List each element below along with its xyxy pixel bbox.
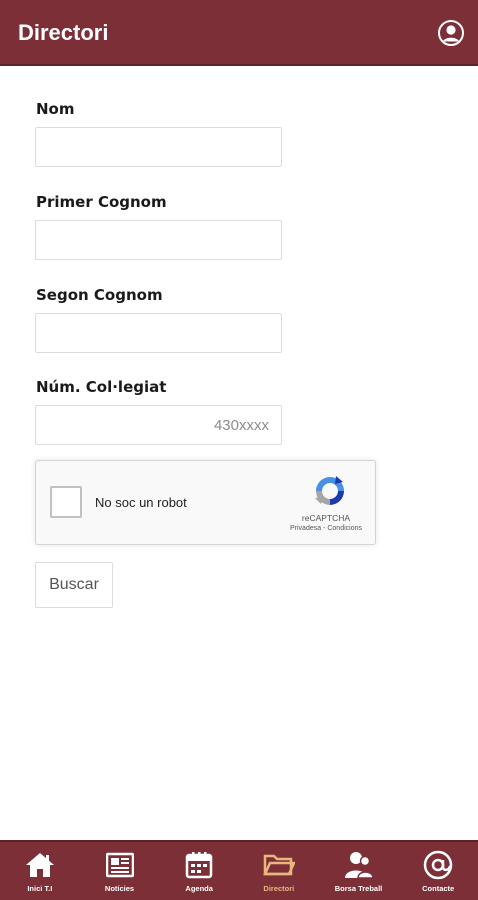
recaptcha-logo-icon: [315, 476, 344, 505]
primer-cognom-input[interactable]: [35, 220, 282, 260]
num-collegiat-label: Núm. Col·legiat: [36, 378, 167, 396]
bottom-tab-bar: Inici T.I Notícies Agenda Directori Bors…: [0, 840, 478, 900]
at-icon: [423, 850, 453, 880]
folder-icon: [262, 854, 295, 876]
primer-cognom-label: Primer Cognom: [36, 193, 167, 211]
tab-noticies[interactable]: Notícies: [80, 842, 160, 900]
tab-agenda[interactable]: Agenda: [159, 842, 239, 900]
home-icon: [25, 853, 54, 877]
nom-input[interactable]: [35, 127, 282, 167]
recaptcha-checkbox[interactable]: [50, 486, 82, 518]
tab-borsa-treball[interactable]: Borsa Treball: [319, 842, 399, 900]
recaptcha-widget: No soc un robot reCAPTCHA Privadesa - Co…: [35, 460, 376, 545]
tab-label: Borsa Treball: [334, 884, 383, 893]
segon-cognom-input[interactable]: [35, 313, 282, 353]
newspaper-icon: [105, 852, 134, 878]
tab-contacte[interactable]: Contacte: [398, 842, 478, 900]
calendar-icon: [185, 852, 213, 879]
nom-label: Nom: [36, 100, 75, 118]
user-circle-icon[interactable]: [438, 20, 464, 46]
tab-label: Notícies: [104, 884, 135, 893]
recaptcha-brand: reCAPTCHA: [301, 513, 351, 523]
tab-inici[interactable]: Inici T.I: [0, 842, 80, 900]
app-header: Directori: [0, 0, 478, 66]
page-title: Directori: [18, 20, 109, 45]
tab-label: Inici T.I: [27, 884, 53, 893]
tab-label: Directori: [263, 884, 295, 893]
tab-label: Agenda: [185, 884, 213, 893]
tab-directori[interactable]: Directori: [239, 842, 319, 900]
people-icon: [344, 852, 374, 879]
num-collegiat-input[interactable]: [35, 405, 282, 445]
recaptcha-label: No soc un robot: [95, 495, 187, 510]
recaptcha-links[interactable]: Privadesa - Condicions: [276, 525, 376, 532]
segon-cognom-label: Segon Cognom: [36, 286, 163, 304]
search-button[interactable]: Buscar: [35, 562, 113, 608]
tab-label: Contacte: [422, 884, 455, 893]
